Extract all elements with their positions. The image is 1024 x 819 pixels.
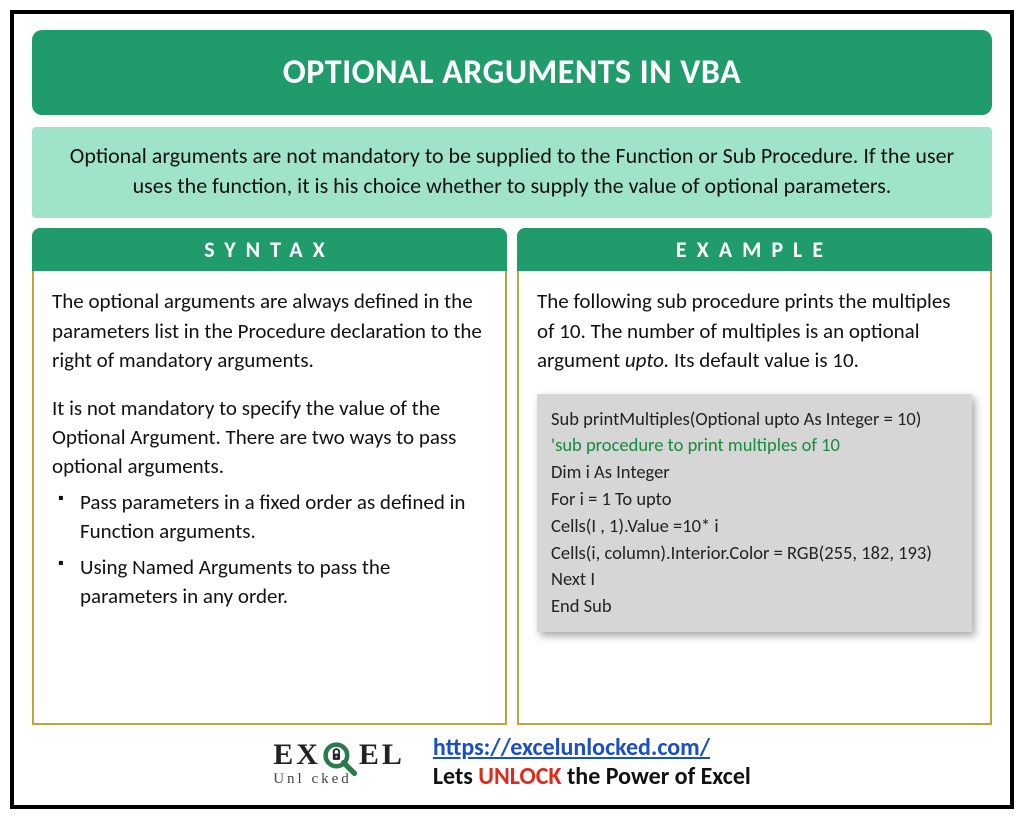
syntax-header: SYNTAX bbox=[32, 228, 507, 271]
tag-unlock: UNLOCK bbox=[478, 762, 561, 791]
list-item: Using Named Arguments to pass the parame… bbox=[58, 553, 487, 612]
footer-text: https://excelunlocked.com/ Lets UNLOCK t… bbox=[433, 733, 751, 791]
code-line: Cells(i, column).Interior.Color = RGB(25… bbox=[551, 540, 958, 567]
footer-tagline: Lets UNLOCK the Power of Excel bbox=[433, 762, 751, 791]
logo-part-a: EX bbox=[273, 740, 321, 770]
code-comment: 'sub procedure to print multiples of 10 bbox=[551, 432, 958, 459]
example-text-b: Its default value is 10. bbox=[669, 347, 859, 373]
code-line: Sub printMultiples(Optional upto As Inte… bbox=[551, 406, 958, 433]
code-block: Sub printMultiples(Optional upto As Inte… bbox=[537, 394, 972, 633]
tag-a: Lets bbox=[433, 762, 478, 791]
document-frame: OPTIONAL ARGUMENTS IN VBA Optional argum… bbox=[10, 10, 1014, 809]
columns: SYNTAX The optional arguments are always… bbox=[32, 228, 992, 725]
code-line: Cells(I , 1).Value =10* i bbox=[551, 513, 958, 540]
example-body: The following sub procedure prints the m… bbox=[517, 271, 992, 725]
code-line: Next I bbox=[551, 566, 958, 593]
footer: EX EL Unl cked https://ex bbox=[32, 733, 992, 795]
example-em: upto. bbox=[625, 347, 669, 373]
page-title: OPTIONAL ARGUMENTS IN VBA bbox=[32, 30, 992, 115]
syntax-para-2: It is not mandatory to specify the value… bbox=[52, 394, 487, 482]
example-column: EXAMPLE The following sub procedure prin… bbox=[517, 228, 992, 725]
example-intro: The following sub procedure prints the m… bbox=[537, 287, 972, 375]
code-line: For i = 1 To upto bbox=[551, 486, 958, 513]
logo-part-b: EL bbox=[359, 740, 405, 770]
syntax-body: The optional arguments are always define… bbox=[32, 271, 507, 725]
list-item: Pass parameters in a fixed order as defi… bbox=[58, 488, 487, 547]
logo-text: EX EL bbox=[273, 737, 405, 773]
footer-link[interactable]: https://excelunlocked.com/ bbox=[433, 733, 710, 762]
syntax-column: SYNTAX The optional arguments are always… bbox=[32, 228, 507, 725]
syntax-bullets: Pass parameters in a fixed order as defi… bbox=[52, 488, 487, 612]
syntax-para-1: The optional arguments are always define… bbox=[52, 287, 487, 375]
code-line: End Sub bbox=[551, 593, 958, 620]
code-line: Dim i As Integer bbox=[551, 459, 958, 486]
logo: EX EL Unl cked bbox=[273, 737, 405, 788]
example-header: EXAMPLE bbox=[517, 228, 992, 271]
intro-box: Optional arguments are not mandatory to … bbox=[32, 127, 992, 218]
tag-b: the Power of Excel bbox=[562, 762, 751, 791]
magnifier-lock-icon bbox=[322, 741, 358, 777]
